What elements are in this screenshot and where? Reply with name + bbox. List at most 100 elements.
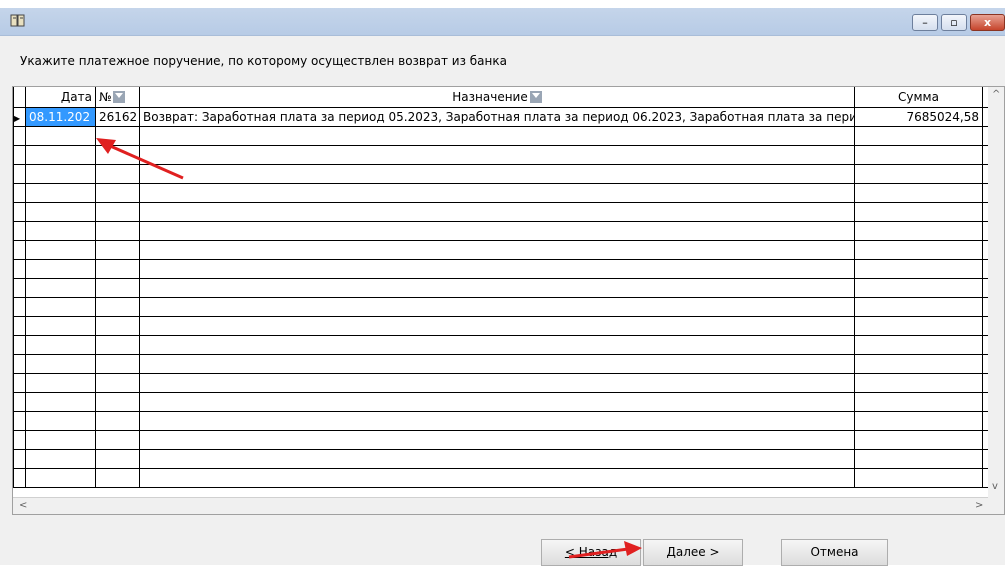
table-cell[interactable] [25, 429, 96, 450]
cancel-button[interactable]: Отмена [781, 539, 888, 566]
horizontal-scrollbar[interactable]: < > [13, 497, 988, 514]
table-row[interactable] [13, 163, 990, 184]
table-cell[interactable] [854, 353, 983, 374]
minimize-button[interactable]: – [912, 14, 938, 31]
table-row[interactable] [13, 144, 990, 165]
scroll-right-icon[interactable]: > [975, 500, 983, 511]
table-cell[interactable] [854, 182, 983, 203]
scroll-down-icon[interactable]: v [992, 481, 998, 492]
vertical-scrollbar[interactable]: ^ v [988, 87, 1004, 514]
maximize-button[interactable]: ▫ [941, 14, 967, 31]
table-cell[interactable] [854, 391, 983, 412]
table-row[interactable] [13, 334, 990, 355]
table-cell[interactable] [95, 125, 140, 146]
column-header-desc[interactable]: Назначение [139, 87, 855, 108]
table-cell[interactable] [854, 410, 983, 431]
table-cell[interactable] [25, 372, 96, 393]
table-cell[interactable] [854, 429, 983, 450]
table-row[interactable] [13, 353, 990, 374]
table-cell[interactable] [95, 353, 140, 374]
table-cell[interactable] [139, 144, 855, 165]
table-cell[interactable] [139, 410, 855, 431]
table-cell[interactable] [854, 467, 983, 488]
table-cell[interactable] [139, 239, 855, 260]
filter-icon[interactable] [113, 91, 126, 104]
table-cell[interactable] [139, 467, 855, 488]
table-cell[interactable] [139, 334, 855, 355]
table-cell[interactable] [854, 277, 983, 298]
table-cell[interactable] [139, 429, 855, 450]
scroll-up-icon[interactable]: ^ [992, 89, 1000, 100]
table-cell[interactable] [854, 372, 983, 393]
table-cell[interactable] [139, 277, 855, 298]
table-cell[interactable] [25, 163, 96, 184]
table-cell[interactable] [854, 315, 983, 336]
table-cell[interactable] [95, 220, 140, 241]
table-cell[interactable] [95, 448, 140, 469]
table-row[interactable] [13, 182, 990, 203]
table-cell[interactable] [25, 410, 96, 431]
table-row[interactable] [13, 296, 990, 317]
close-button[interactable]: x [970, 14, 1005, 31]
table-row[interactable] [13, 315, 990, 336]
table-cell[interactable] [139, 391, 855, 412]
table-cell[interactable] [139, 296, 855, 317]
table-cell[interactable] [854, 296, 983, 317]
payment-orders-grid[interactable]: Дата № Назначение Сумма ▶ 08.11.202 2616… [12, 86, 1005, 515]
table-cell[interactable] [25, 220, 96, 241]
table-cell[interactable] [25, 467, 96, 488]
table-cell[interactable] [139, 220, 855, 241]
table-cell[interactable] [25, 258, 96, 279]
title-bar[interactable]: – ▫ x [0, 8, 1005, 36]
table-cell[interactable] [854, 144, 983, 165]
table-cell[interactable] [139, 448, 855, 469]
column-header-date[interactable]: Дата [25, 87, 96, 108]
table-cell[interactable] [95, 163, 140, 184]
table-row[interactable] [13, 258, 990, 279]
table-cell[interactable] [854, 201, 983, 222]
table-cell[interactable] [854, 334, 983, 355]
table-cell[interactable] [25, 448, 96, 469]
table-cell[interactable] [95, 315, 140, 336]
table-cell[interactable] [25, 315, 96, 336]
table-cell[interactable] [95, 334, 140, 355]
table-row[interactable] [13, 429, 990, 450]
table-row[interactable] [13, 201, 990, 222]
back-button[interactable]: < Назад [541, 539, 641, 566]
table-cell[interactable] [25, 391, 96, 412]
table-cell[interactable] [25, 296, 96, 317]
table-cell[interactable] [854, 163, 983, 184]
column-header-num[interactable]: № [95, 87, 140, 108]
table-row[interactable] [13, 448, 990, 469]
cell-date[interactable]: 08.11.202 [25, 106, 96, 127]
table-cell[interactable] [854, 239, 983, 260]
table-cell[interactable] [139, 258, 855, 279]
table-row[interactable] [13, 277, 990, 298]
table-cell[interactable] [854, 220, 983, 241]
table-cell[interactable] [25, 239, 96, 260]
cell-num[interactable]: 26162 [95, 106, 140, 127]
table-cell[interactable] [95, 372, 140, 393]
cell-sum[interactable]: 7685024,58 [854, 106, 983, 127]
table-cell[interactable] [139, 201, 855, 222]
table-cell[interactable] [139, 125, 855, 146]
table-cell[interactable] [95, 277, 140, 298]
column-header-sum[interactable]: Сумма [854, 87, 983, 108]
table-row[interactable] [13, 125, 990, 146]
table-cell[interactable] [139, 182, 855, 203]
table-cell[interactable] [139, 163, 855, 184]
next-button[interactable]: Далее > [643, 539, 743, 566]
table-row[interactable] [13, 467, 990, 488]
table-row[interactable] [13, 239, 990, 260]
table-cell[interactable] [95, 144, 140, 165]
table-cell[interactable] [25, 182, 96, 203]
filter-icon[interactable] [529, 91, 542, 104]
scroll-left-icon[interactable]: < [19, 500, 27, 511]
table-cell[interactable] [25, 353, 96, 374]
table-cell[interactable] [25, 277, 96, 298]
table-cell[interactable] [95, 182, 140, 203]
table-cell[interactable] [25, 144, 96, 165]
table-cell[interactable] [139, 315, 855, 336]
table-cell[interactable] [95, 239, 140, 260]
table-row[interactable] [13, 220, 990, 241]
